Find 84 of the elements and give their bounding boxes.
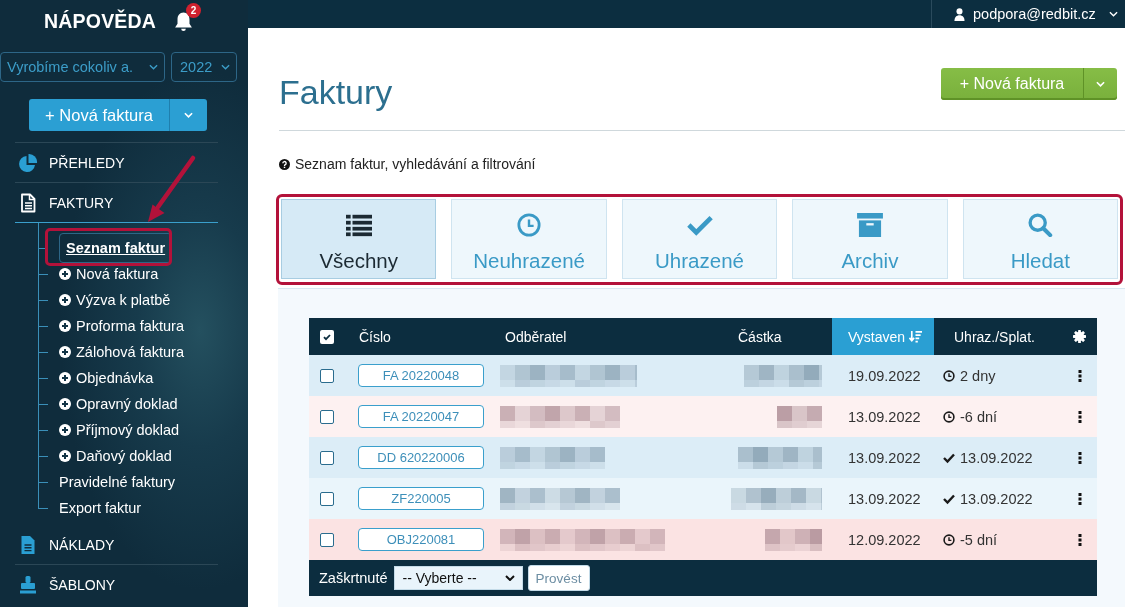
due-status: -6 dní — [960, 408, 998, 425]
issue-date: 13.09.2022 — [848, 449, 921, 466]
help-text: Seznam faktur, vyhledávání a filtrování — [295, 156, 536, 172]
page-title: Faktury — [279, 72, 393, 112]
caret-icon — [1096, 81, 1105, 87]
sort-icon — [909, 330, 923, 343]
plus-circle-icon — [59, 424, 71, 436]
due-status: -5 dní — [960, 531, 998, 548]
more-icon[interactable] — [1077, 533, 1082, 546]
bulk-action-label: Zaškrtnuté — [319, 570, 388, 586]
user-menu[interactable]: podpora@redbit.cz — [931, 0, 1125, 28]
invoice-number-button[interactable]: FA 20220048 — [358, 364, 484, 387]
plus-circle-icon — [59, 294, 71, 306]
more-icon[interactable] — [1077, 369, 1082, 382]
issue-date: 12.09.2022 — [848, 531, 921, 548]
chevron-icon — [504, 575, 515, 581]
row-checkbox[interactable] — [320, 491, 334, 506]
row-checkbox[interactable] — [320, 450, 334, 465]
plus-circle-icon — [59, 450, 71, 462]
due-status: 13.09.2022 — [960, 490, 1033, 507]
due-status: 2 dny — [960, 367, 996, 384]
issue-date: 13.09.2022 — [848, 408, 921, 425]
issue-date: 19.09.2022 — [848, 367, 921, 384]
more-icon[interactable] — [1077, 410, 1082, 423]
pixelated-amount-drawing — [765, 528, 822, 551]
dropdown-toggle-button[interactable] — [169, 99, 207, 131]
settings-icon[interactable] — [1073, 330, 1086, 343]
user-icon — [954, 7, 965, 21]
search-icon — [1027, 213, 1054, 237]
apply-button[interactable]: Provést — [527, 565, 590, 591]
menu-section[interactable]: NÁKLADY — [15, 525, 218, 564]
submenu-link[interactable]: Daňový doklad — [59, 448, 172, 464]
archive-box-icon — [856, 213, 883, 237]
company-select[interactable]: Vyrobíme cokoliv a. — [0, 52, 165, 82]
submenu-link[interactable]: Export faktur — [59, 500, 142, 516]
submenu-link[interactable]: Výzva k platbě — [59, 292, 171, 308]
pixelated-amount-drawing — [777, 405, 822, 428]
app-title: NÁPOVĚDA — [44, 9, 157, 33]
pie-chart-icon — [18, 152, 38, 173]
caret-icon — [184, 112, 193, 118]
column-header[interactable]: Odběratel — [495, 318, 730, 355]
submenu-link[interactable]: Zálohová faktura — [59, 344, 184, 360]
column-header[interactable]: Uhraz./Splat. — [934, 318, 1062, 355]
menu-section[interactable]: ŠABLONY — [15, 564, 218, 604]
column-header[interactable]: Číslo — [345, 318, 495, 355]
invoice-number-button[interactable]: FA 20220047 — [358, 405, 484, 428]
invoice-number-button[interactable]: OBJ220081 — [358, 528, 484, 551]
plus-circle-icon — [59, 320, 71, 332]
year-select[interactable]: 2022 — [171, 52, 237, 82]
check-icon — [686, 213, 713, 237]
submenu-link[interactable]: Proforma faktura — [59, 318, 184, 334]
due-status: 13.09.2022 — [960, 449, 1033, 466]
tab[interactable]: Všechny — [281, 199, 437, 279]
column-header[interactable]: Částka — [730, 318, 832, 355]
row-checkbox[interactable] — [320, 409, 334, 424]
help-icon — [279, 158, 290, 170]
submenu-link[interactable]: Příjmový doklad — [59, 422, 180, 438]
plus-circle-icon — [59, 398, 71, 410]
submenu-link[interactable]: Pravidelné faktury — [59, 474, 176, 490]
dropdown-toggle-button[interactable] — [1083, 68, 1117, 100]
chevron-icon — [1108, 11, 1118, 17]
stamp-icon — [18, 574, 38, 595]
submenu-link[interactable]: Objednávka — [59, 370, 154, 386]
more-icon[interactable] — [1077, 492, 1082, 505]
plus-circle-icon — [59, 372, 71, 384]
issue-date: 13.09.2022 — [848, 490, 921, 507]
chevron-icon — [149, 64, 158, 70]
submenu-link[interactable]: Opravný doklad — [59, 396, 178, 412]
row-checkbox[interactable] — [320, 368, 334, 383]
invoice-number-button[interactable]: ZF220005 — [358, 487, 484, 510]
notification-badge: 2 — [186, 2, 202, 18]
list-icon — [345, 213, 372, 237]
chevron-icon — [221, 64, 230, 70]
more-icon[interactable] — [1077, 451, 1082, 464]
select-all-checkbox[interactable] — [320, 329, 334, 344]
bulk-action-select[interactable]: -- Vyberte -- — [393, 566, 523, 590]
submenu-link[interactable]: Nová faktura — [59, 266, 159, 282]
invoice-number-button[interactable]: DD 620220006 — [358, 446, 484, 469]
clock-icon — [516, 213, 543, 237]
plus-circle-icon — [59, 268, 71, 280]
menu-section[interactable]: PŘEHLEDY — [15, 142, 218, 182]
document-icon — [18, 192, 38, 213]
row-checkbox[interactable] — [320, 532, 334, 547]
plus-circle-icon — [59, 346, 71, 358]
